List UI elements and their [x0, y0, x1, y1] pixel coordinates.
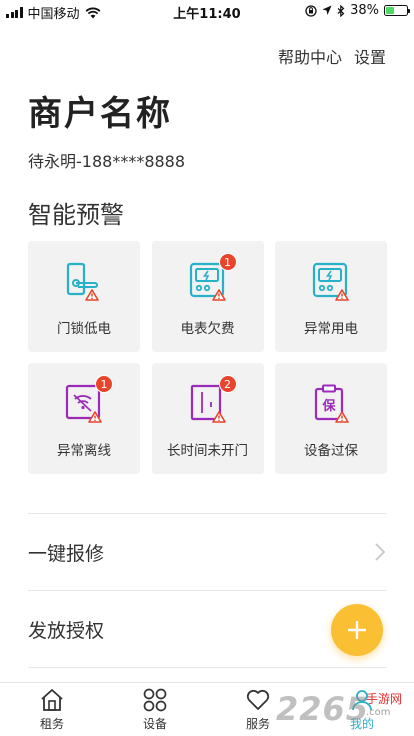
warnings-grid: 门锁低电 1 电表欠费 异常用电 1 异常离线 2 长时间未开门 保 设备过保: [28, 241, 387, 474]
tile-electric-meter-arrears[interactable]: 1 电表欠费: [151, 241, 264, 352]
authorize-label: 发放授权: [28, 619, 105, 642]
svg-text:保: 保: [321, 398, 336, 414]
tile-label: 门锁低电: [57, 321, 111, 337]
notification-badge: 1: [218, 253, 237, 271]
add-button[interactable]: [331, 604, 383, 656]
repair-item[interactable]: 一键报修: [28, 514, 386, 590]
watermark-logo: 2265: [276, 690, 370, 728]
tile-offline[interactable]: 1 异常离线: [28, 363, 140, 474]
tile-label: 电表欠费: [180, 321, 235, 337]
chevron-right-icon: [375, 543, 386, 561]
warnings-title: 智能预警: [28, 201, 124, 229]
tab-label: 设备: [142, 717, 167, 731]
home-icon: [41, 689, 63, 711]
tile-door-lock-low-battery[interactable]: 门锁低电: [28, 241, 140, 352]
battery-percent: 38%: [350, 3, 379, 18]
status-bar: 中国移动 上午11:40 38%: [0, 0, 414, 22]
status-right: 38%: [305, 3, 410, 18]
merchant-name: 商户名称: [28, 94, 172, 134]
lock-rotation-icon: [305, 4, 317, 17]
help-center-link[interactable]: 帮助中心: [278, 44, 342, 68]
tile-label: 设备过保: [304, 443, 358, 459]
tile-warranty-expired[interactable]: 保 设备过保: [275, 363, 387, 474]
battery-icon: [384, 5, 410, 16]
settings-link[interactable]: 设置: [354, 44, 386, 68]
tile-label: 长时间未开门: [167, 443, 248, 459]
plus-icon: [348, 621, 366, 639]
tile-door-unopened[interactable]: 2 长时间未开门: [151, 363, 264, 474]
tile-label: 异常离线: [57, 443, 111, 459]
warranty-expired-icon: 保: [314, 384, 349, 423]
notification-badge: 1: [95, 375, 113, 393]
door-lock-low-battery-icon: [66, 262, 99, 301]
tile-abnormal-power[interactable]: 异常用电: [275, 241, 387, 352]
tab-label: 租务: [39, 717, 64, 731]
merchant-contact: 待永明-188****8888: [28, 152, 186, 171]
location-icon: [322, 5, 332, 15]
notification-badge: 2: [218, 375, 237, 393]
heart-icon: [246, 689, 270, 710]
divider: [28, 667, 386, 668]
device-grid-icon: [143, 688, 167, 712]
bluetooth-icon: [337, 4, 345, 17]
battery-fill: [386, 7, 394, 14]
tab-rental[interactable]: 租务: [22, 687, 82, 732]
watermark-sub: 手游网: [366, 692, 403, 706]
tab-label: 服务: [245, 717, 270, 731]
tile-label: 异常用电: [304, 321, 358, 337]
tab-devices[interactable]: 设备: [125, 687, 185, 732]
abnormal-power-icon: [312, 262, 349, 301]
watermark-url: .com: [366, 707, 391, 718]
header-links: 帮助中心 设置: [278, 44, 386, 68]
repair-label: 一键报修: [28, 542, 105, 565]
